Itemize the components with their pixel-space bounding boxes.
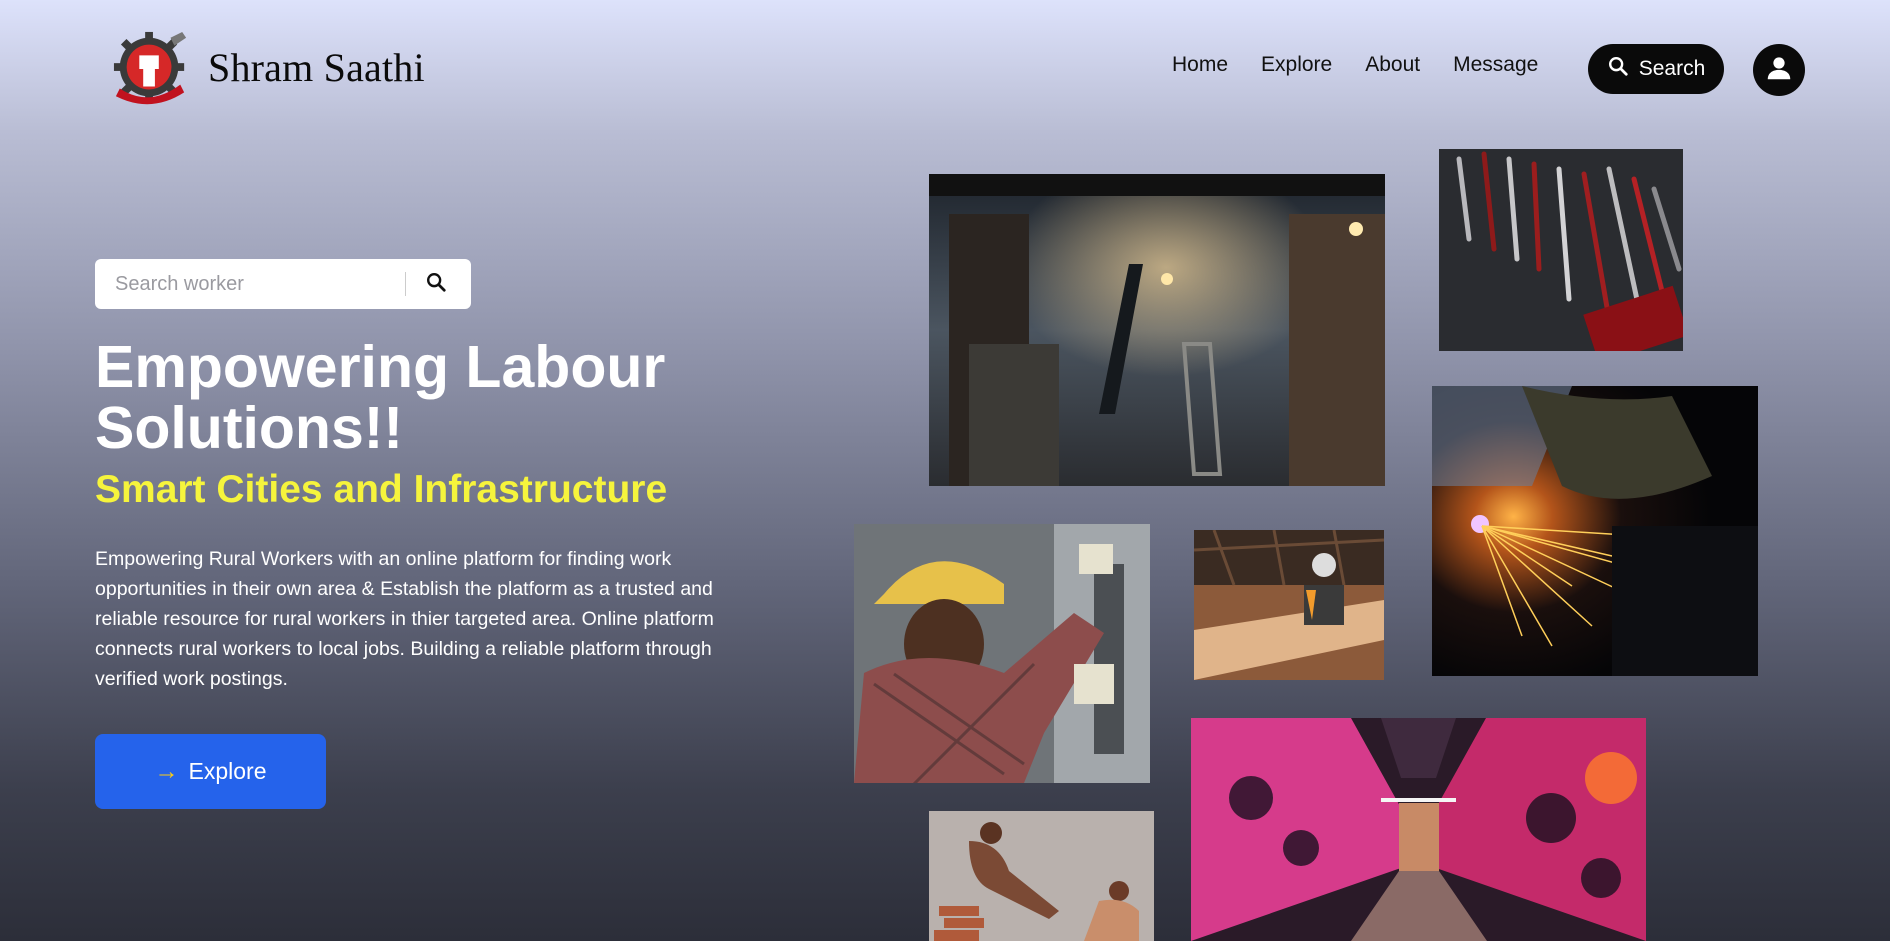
brand-name[interactable]: Shram Saathi (208, 44, 425, 91)
explore-button[interactable]: → Explore (95, 734, 326, 809)
tool-rack-photo (1439, 149, 1683, 351)
search-button-label: Search (1638, 57, 1706, 80)
woodworker-photo (1194, 530, 1384, 680)
arrow-right-icon: → (154, 757, 179, 785)
worker-search-submit[interactable] (406, 259, 466, 309)
hero-subheadline: Smart Cities and Infrastructure (95, 468, 668, 511)
nav-explore[interactable]: Explore (1261, 53, 1332, 77)
brick-passing-photo (929, 811, 1154, 941)
search-icon (1607, 55, 1629, 83)
brand-logo[interactable] (112, 28, 190, 110)
header-search-button[interactable]: Search (1588, 44, 1724, 94)
electrician-hardhat-photo (854, 524, 1150, 783)
main-nav: Home Explore About Message (1172, 53, 1571, 77)
nav-message[interactable]: Message (1453, 53, 1538, 77)
plasma-cutting-sparks-photo (1432, 386, 1758, 676)
profile-button[interactable] (1753, 44, 1805, 96)
user-icon (1764, 53, 1794, 88)
worker-search-input[interactable] (95, 259, 405, 309)
hero-description: Empowering Rural Workers with an online … (95, 548, 714, 690)
graffiti-tunnel-photo (1191, 718, 1646, 941)
hero-headline: Empowering Labour Solutions!! (95, 334, 666, 461)
construction-worker-ladder-photo (929, 174, 1385, 486)
explore-button-label: Explore (188, 758, 267, 784)
nav-about[interactable]: About (1365, 53, 1420, 77)
search-icon (425, 271, 447, 298)
nav-home[interactable]: Home (1172, 53, 1228, 77)
worker-search-box (95, 259, 471, 309)
